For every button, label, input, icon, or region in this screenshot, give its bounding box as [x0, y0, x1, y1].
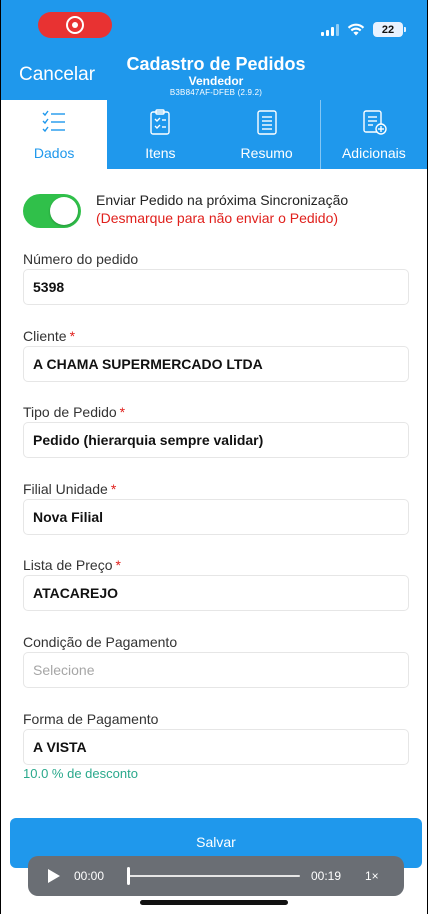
- cellular-signal-icon: [321, 23, 339, 36]
- required-mark: *: [119, 404, 126, 420]
- page-subtitle: Vendedor: [188, 74, 244, 88]
- record-icon: [66, 16, 84, 34]
- tab-itens[interactable]: Itens: [107, 100, 213, 169]
- payment-method-field[interactable]: A VISTA: [23, 729, 409, 765]
- required-mark: *: [110, 481, 117, 497]
- order-type-field[interactable]: Pedido (hierarquia sempre validar): [23, 422, 409, 458]
- tab-resumo[interactable]: Resumo: [214, 100, 320, 169]
- sync-warning: (Desmarque para não enviar o Pedido): [96, 210, 339, 226]
- sync-toggle[interactable]: [23, 194, 81, 228]
- tab-bar: Dados Itens Resumo Adicionais: [1, 100, 427, 169]
- branch-label: Filial Unidade *: [23, 481, 117, 497]
- duration-time: 00:19: [311, 869, 342, 883]
- tab-adicionais[interactable]: Adicionais: [319, 100, 427, 169]
- tab-dados[interactable]: Dados: [1, 100, 108, 169]
- sync-text: Enviar Pedido na próxima Sincronização (…: [96, 191, 348, 227]
- battery-icon: 22: [373, 22, 406, 37]
- tab-label: Adicionais: [341, 145, 406, 161]
- branch-field[interactable]: Nova Filial: [23, 499, 409, 535]
- toggle-knob: [50, 197, 78, 225]
- price-list-label: Lista de Preço *: [23, 557, 121, 573]
- clipboard-check-icon: [150, 109, 171, 135]
- status-icons: 22: [321, 22, 406, 37]
- current-time: 00:00: [74, 869, 105, 883]
- order-type-label: Tipo de Pedido *: [23, 404, 126, 420]
- required-mark: *: [115, 557, 121, 573]
- playback-speed-button[interactable]: 1×: [365, 869, 379, 883]
- sync-label: Enviar Pedido na próxima Sincronização: [96, 192, 349, 208]
- header-title-block: Cadastro de Pedidos Vendedor B3B847AF-DF…: [111, 53, 321, 98]
- required-mark: *: [69, 328, 76, 344]
- document-plus-icon: [363, 110, 387, 135]
- wifi-icon: [347, 23, 365, 36]
- payment-condition-select[interactable]: Selecione: [23, 652, 409, 688]
- discount-hint: 10.0 % de desconto: [23, 766, 138, 781]
- screen-recording-indicator[interactable]: [38, 12, 112, 38]
- video-player-controls: 00:00 00:19 1×: [28, 856, 404, 896]
- tab-label: Itens: [145, 145, 176, 161]
- payment-method-label: Forma de Pagamento: [23, 711, 159, 727]
- cancel-button[interactable]: Cancelar: [19, 64, 95, 86]
- order-number-label: Número do pedido: [23, 251, 139, 267]
- header-bar: 22 Cancelar Cadastro de Pedidos Vendedor…: [1, 0, 427, 100]
- scrubber-track[interactable]: [128, 875, 300, 877]
- price-list-field[interactable]: ATACAREJO: [23, 575, 409, 611]
- device-id: B3B847AF-DFEB (2.9.2): [169, 88, 263, 97]
- play-icon[interactable]: [48, 869, 60, 883]
- tab-label: Resumo: [240, 145, 293, 161]
- page-title: Cadastro de Pedidos: [126, 54, 306, 74]
- tab-label: Dados: [33, 145, 75, 161]
- document-list-icon: [256, 110, 277, 135]
- client-field[interactable]: A CHAMA SUPERMERCADO LTDA: [23, 346, 409, 382]
- app-screen: 22 Cancelar Cadastro de Pedidos Vendedor…: [1, 0, 427, 914]
- order-number-field[interactable]: 5398: [23, 269, 409, 305]
- scrubber-handle[interactable]: [127, 867, 130, 885]
- home-indicator: [140, 900, 288, 905]
- client-label: Cliente *: [23, 328, 76, 344]
- checklist-icon: [42, 110, 66, 133]
- payment-condition-label: Condição de Pagamento: [23, 634, 178, 650]
